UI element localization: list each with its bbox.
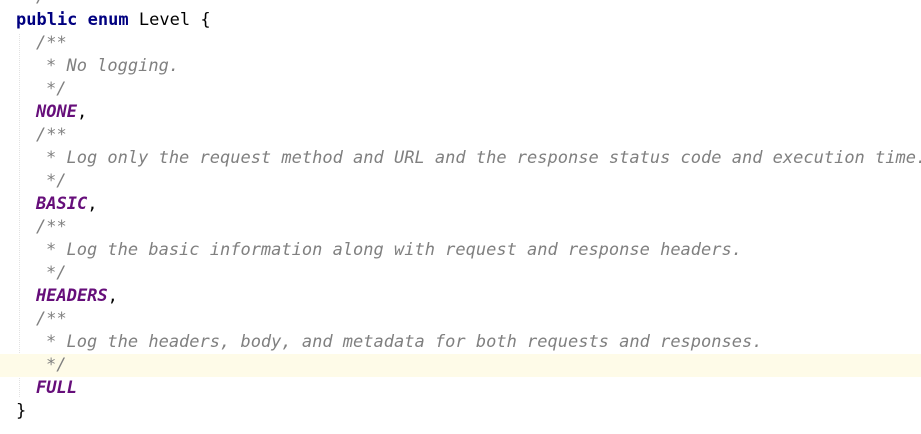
code-line-doc-close[interactable]: */ bbox=[0, 262, 921, 285]
doc-comment-none: * No logging. bbox=[46, 56, 180, 76]
comma: , bbox=[87, 194, 98, 214]
doc-comment-close: */ bbox=[46, 355, 67, 375]
code-line-doc-open[interactable]: /** bbox=[0, 124, 921, 147]
code-line-none[interactable]: NONE, bbox=[0, 101, 921, 124]
code-line-comment-basic[interactable]: * Log only the request method and URL an… bbox=[0, 147, 921, 170]
code-editor[interactable]: / public enum Level { /** * No logging. … bbox=[0, 0, 921, 434]
code-line-comment-none[interactable]: * No logging. bbox=[0, 55, 921, 78]
doc-fragment: / bbox=[36, 0, 46, 7]
enum-constant-basic: BASIC bbox=[36, 194, 88, 214]
keyword-public: public bbox=[16, 10, 78, 30]
close-brace: } bbox=[16, 401, 27, 421]
open-brace: { bbox=[200, 10, 211, 30]
code-line-current[interactable]: */ bbox=[0, 354, 921, 377]
enum-name: Level bbox=[138, 10, 191, 30]
doc-comment-full: * Log the headers, body, and metadata fo… bbox=[46, 332, 763, 352]
code-line-basic[interactable]: BASIC, bbox=[0, 193, 921, 216]
doc-comment-open: /** bbox=[36, 217, 67, 237]
code-line-closing-brace[interactable]: } bbox=[0, 400, 921, 423]
doc-comment-open: /** bbox=[36, 309, 67, 329]
comma: , bbox=[107, 286, 118, 306]
code-line-enum-declaration[interactable]: public enum Level { bbox=[0, 9, 921, 32]
code-line-comment-headers[interactable]: * Log the basic information along with r… bbox=[0, 239, 921, 262]
code-line-headers[interactable]: HEADERS, bbox=[0, 285, 921, 308]
doc-comment-close: */ bbox=[46, 263, 67, 283]
doc-comment-close: */ bbox=[46, 171, 67, 191]
doc-comment-basic: * Log only the request method and URL an… bbox=[46, 148, 921, 168]
enum-constant-none: NONE bbox=[36, 102, 77, 122]
code-line-doc-open[interactable]: /** bbox=[0, 216, 921, 239]
comma: , bbox=[76, 102, 88, 122]
doc-comment-open: /** bbox=[36, 33, 67, 53]
code-line-top-fragment[interactable]: / bbox=[0, 0, 921, 9]
code-line-full[interactable]: FULL bbox=[0, 377, 921, 400]
code-line-comment-full[interactable]: * Log the headers, body, and metadata fo… bbox=[0, 331, 921, 354]
enum-constant-headers: HEADERS bbox=[36, 286, 108, 306]
doc-comment-open: /** bbox=[36, 125, 67, 145]
doc-comment-close: */ bbox=[46, 79, 67, 99]
keyword-enum: enum bbox=[87, 10, 129, 30]
code-line-doc-open[interactable]: /** bbox=[0, 32, 921, 55]
code-line-doc-close[interactable]: */ bbox=[0, 170, 921, 193]
code-line-doc-open[interactable]: /** bbox=[0, 308, 921, 331]
doc-comment-headers: * Log the basic information along with r… bbox=[46, 240, 742, 260]
enum-constant-full: FULL bbox=[36, 378, 77, 398]
code-line-doc-close[interactable]: */ bbox=[0, 78, 921, 101]
